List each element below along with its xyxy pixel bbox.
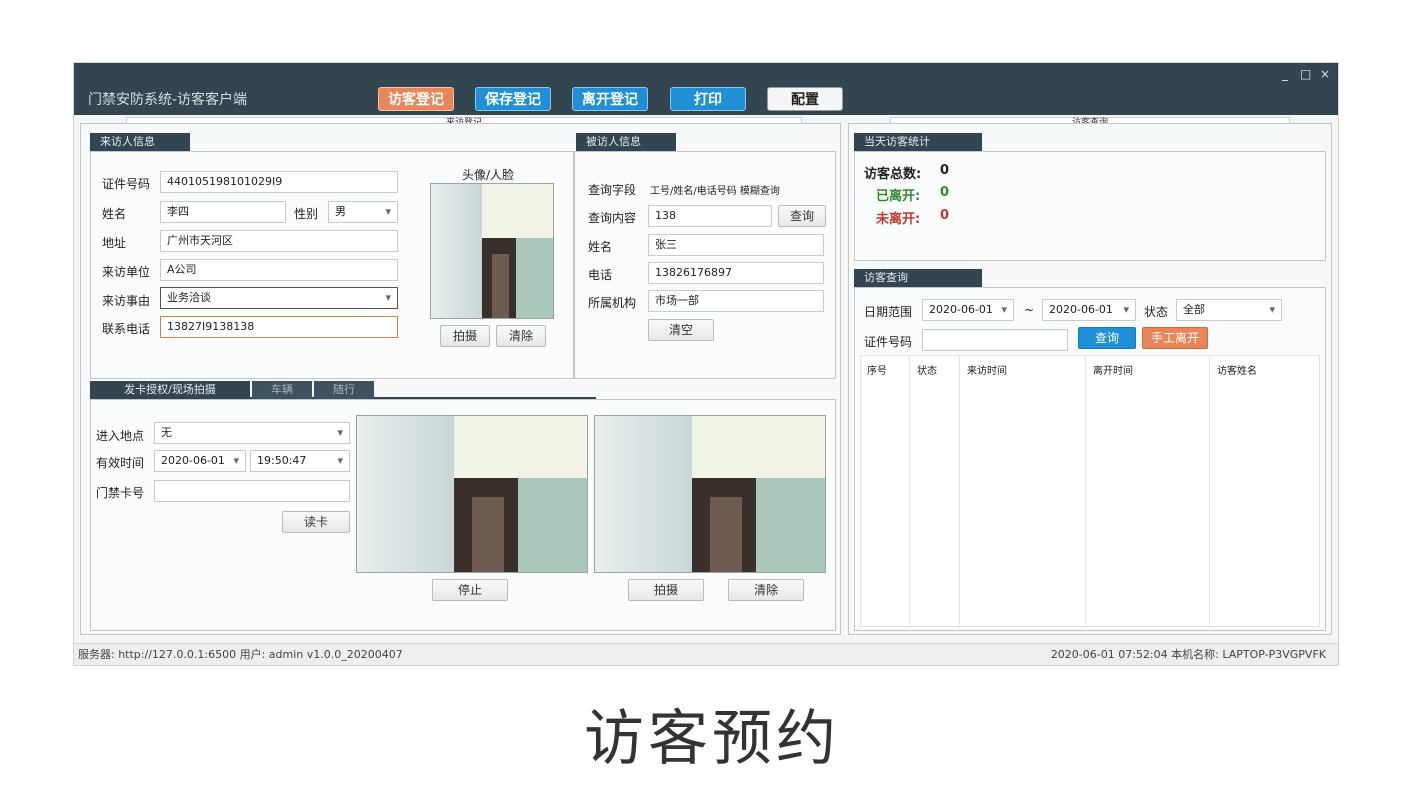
date-from-picker[interactable]: 2020-06-01 bbox=[922, 299, 1014, 321]
address-input[interactable]: 广州市天河区 bbox=[160, 230, 398, 252]
query-field-value: 工号/姓名/电话号码 模糊查询 bbox=[650, 186, 780, 197]
card-number-input[interactable] bbox=[154, 480, 350, 502]
title-bar: 门禁安防系统-访客客户端 _ □ × 访客登记 保存登记 离开登记 打印 配置 bbox=[74, 63, 1338, 115]
visitor-info-header: 来访人信息 bbox=[90, 133, 190, 151]
save-register-button[interactable]: 保存登记 bbox=[475, 87, 551, 111]
stats-header: 当天访客统计 bbox=[854, 133, 982, 151]
photo-clear-button[interactable]: 清除 bbox=[496, 325, 546, 347]
valid-time-picker[interactable]: 19:50:47 bbox=[250, 450, 350, 472]
valid-date-picker[interactable]: 2020-06-01 bbox=[154, 450, 246, 472]
total-value: 0 bbox=[940, 163, 950, 178]
results-table: 序号 状态 来访时间 离开时间 访客姓名 bbox=[860, 355, 1320, 627]
print-button[interactable]: 打印 bbox=[670, 87, 746, 111]
valid-time-label: 有效时间 bbox=[96, 456, 145, 470]
read-card-button[interactable]: 读卡 bbox=[282, 511, 350, 533]
app-window: 门禁安防系统-访客客户端 _ □ × 访客登记 保存登记 离开登记 打印 配置 … bbox=[73, 62, 1339, 666]
stay-value: 0 bbox=[940, 208, 950, 223]
config-button[interactable]: 配置 bbox=[767, 87, 843, 111]
query-content-label: 查询内容 bbox=[588, 211, 637, 225]
company-input[interactable]: A公司 bbox=[160, 259, 398, 281]
reason-select[interactable]: 业务洽谈 bbox=[160, 287, 398, 309]
query-id-input[interactable] bbox=[922, 329, 1068, 351]
maximize-icon[interactable]: □ bbox=[1300, 67, 1311, 81]
status-select[interactable]: 全部 bbox=[1176, 299, 1282, 321]
date-to-picker[interactable]: 2020-06-01 bbox=[1042, 299, 1136, 321]
photo-capture-button[interactable]: 拍摄 bbox=[440, 325, 490, 347]
host-phone-label: 电话 bbox=[588, 268, 613, 282]
col-leave-time[interactable]: 离开时间 bbox=[1093, 362, 1133, 377]
query-id-label: 证件号码 bbox=[864, 335, 913, 349]
host-name-label: 姓名 bbox=[588, 240, 613, 254]
query-content-input[interactable]: 138 bbox=[648, 205, 772, 227]
host-query-button[interactable]: 查询 bbox=[778, 205, 826, 227]
phone-input[interactable]: 13827I9138138 bbox=[160, 316, 398, 338]
date-range-label: 日期范围 bbox=[864, 305, 913, 319]
location-select[interactable]: 无 bbox=[154, 422, 350, 444]
card-number-label: 门禁卡号 bbox=[96, 486, 145, 500]
camera-stop-button[interactable]: 停止 bbox=[432, 579, 508, 601]
host-phone-input[interactable]: 13826176897 bbox=[648, 262, 824, 284]
scene-camera-1 bbox=[356, 415, 588, 573]
col-visit-time[interactable]: 来访时间 bbox=[967, 362, 1007, 377]
query-header: 访客查询 bbox=[854, 269, 982, 287]
host-info-header: 被访人信息 bbox=[576, 133, 676, 151]
host-org-label: 所属机构 bbox=[588, 296, 637, 310]
host-clear-button[interactable]: 清空 bbox=[648, 319, 714, 341]
col-visitor-name[interactable]: 访客姓名 bbox=[1217, 362, 1257, 377]
status-bar: 服务器: http://127.0.0.1:6500 用户: admin v1.… bbox=[74, 643, 1338, 665]
leave-register-button[interactable]: 离开登记 bbox=[572, 87, 648, 111]
col-index[interactable]: 序号 bbox=[867, 362, 887, 377]
minimize-icon[interactable]: _ bbox=[1282, 67, 1288, 81]
company-label: 来访单位 bbox=[102, 265, 151, 279]
photo-label: 头像/人脸 bbox=[462, 168, 515, 182]
date-tilde: ~ bbox=[1024, 303, 1035, 317]
name-input[interactable]: 李四 bbox=[160, 201, 286, 223]
location-label: 进入地点 bbox=[96, 429, 145, 443]
stay-label: 未离开: bbox=[876, 212, 921, 227]
tab-companion[interactable]: 随行 bbox=[314, 381, 374, 399]
tab-card-auth[interactable]: 发卡授权/现场拍摄 bbox=[90, 381, 250, 399]
manual-leave-button[interactable]: 手工离开 bbox=[1142, 327, 1208, 349]
camera-clear-button[interactable]: 清除 bbox=[728, 579, 804, 601]
scene-camera-2 bbox=[594, 415, 826, 573]
visitor-query-button[interactable]: 查询 bbox=[1078, 327, 1136, 349]
stats-panel bbox=[854, 151, 1326, 261]
col-status[interactable]: 状态 bbox=[917, 362, 937, 377]
app-title: 门禁安防系统-访客客户端 bbox=[88, 92, 248, 108]
query-field-label: 查询字段 bbox=[588, 183, 637, 197]
visitor-photo bbox=[430, 183, 554, 319]
reason-label: 来访事由 bbox=[102, 294, 151, 308]
page-caption: 访客预约 bbox=[584, 704, 840, 774]
machine-info: 2020-06-01 07:52:04 本机名称: LAPTOP-P3VGPVF… bbox=[1050, 648, 1326, 661]
status-label: 状态 bbox=[1144, 305, 1169, 319]
left-value: 0 bbox=[940, 185, 950, 200]
gender-select[interactable]: 男 bbox=[328, 201, 398, 223]
gender-label: 性别 bbox=[294, 207, 319, 221]
name-label: 姓名 bbox=[102, 207, 127, 221]
total-label: 访客总数: bbox=[864, 167, 922, 182]
id-input[interactable]: 440105198101029I9 bbox=[160, 171, 398, 193]
register-button[interactable]: 访客登记 bbox=[378, 87, 454, 111]
host-name-input[interactable]: 张三 bbox=[648, 234, 824, 256]
tab-vehicle[interactable]: 车辆 bbox=[252, 381, 312, 399]
close-icon[interactable]: × bbox=[1320, 67, 1330, 81]
host-org-input[interactable]: 市场一部 bbox=[648, 290, 824, 312]
id-label: 证件号码 bbox=[102, 177, 151, 191]
server-info: 服务器: http://127.0.0.1:6500 用户: admin v1.… bbox=[78, 648, 403, 661]
phone-label: 联系电话 bbox=[102, 322, 151, 336]
address-label: 地址 bbox=[102, 236, 127, 250]
left-label: 已离开: bbox=[876, 189, 921, 204]
camera-capture-button[interactable]: 拍摄 bbox=[628, 579, 704, 601]
